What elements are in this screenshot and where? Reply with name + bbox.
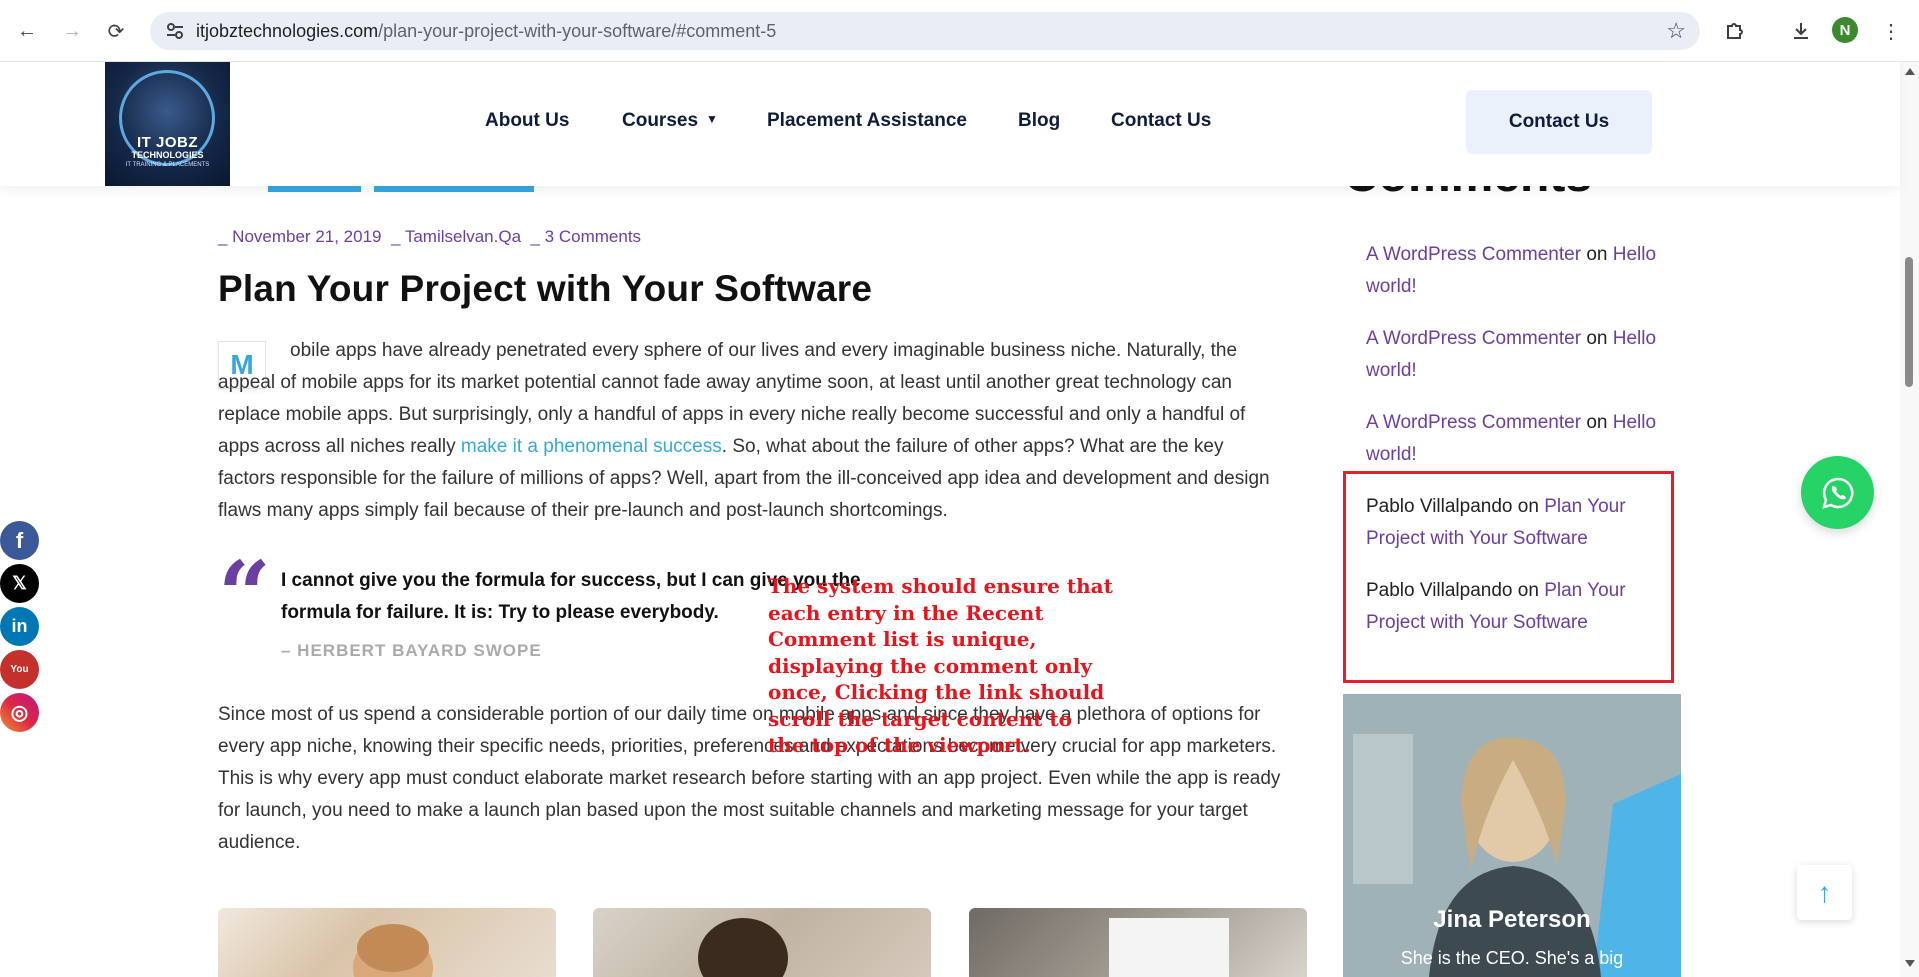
logo-text: IT JOBZ [136, 134, 198, 151]
address-bar[interactable]: itjobztechnologies.com/plan-your-project… [150, 12, 1700, 50]
phenomenal-success-link[interactable]: make it a phenomenal success [461, 436, 722, 457]
youtube-icon[interactable]: You [0, 650, 39, 689]
contact-us-button[interactable]: Contact Us [1466, 90, 1652, 154]
recent-comment-item: A WordPress Commenter on Hello world! [1366, 407, 1676, 471]
url-text: itjobztechnologies.com/plan-your-project… [196, 21, 777, 41]
quote-icon: “ [218, 541, 271, 649]
post-paragraph: Since most of us spend a considerable po… [218, 704, 1281, 853]
profile-avatar[interactable]: N [1832, 17, 1858, 43]
recent-comment-item: A WordPress Commenter on Hello world! [1366, 323, 1676, 387]
nav-blog[interactable]: Blog [1018, 110, 1060, 132]
comment-author-link[interactable]: A WordPress Commenter [1366, 412, 1581, 433]
post-date[interactable]: _ November 21, 2019 [218, 227, 382, 246]
laptop-illustration [1109, 918, 1229, 977]
back-to-top-button[interactable]: ↑ [1797, 865, 1852, 920]
scroll-up-arrow-icon[interactable] [1905, 68, 1915, 75]
nav-about-us[interactable]: About Us [485, 110, 569, 132]
team-member-bio: She is the CEO. She's a big [1400, 948, 1624, 968]
nav-placement-assistance[interactable]: Placement Assistance [767, 110, 967, 132]
nav-courses-label: Courses [622, 110, 699, 131]
facebook-icon[interactable]: f [0, 521, 39, 560]
person-photo [1343, 694, 1681, 977]
bookmark-star-icon[interactable]: ☆ [1666, 18, 1686, 44]
site-info-icon[interactable] [164, 20, 186, 42]
person-illustration [353, 924, 433, 977]
back-button[interactable]: ← [10, 14, 44, 48]
comment-author-link[interactable]: A WordPress Commenter [1366, 328, 1581, 349]
site-logo[interactable]: IT JOBZ TECHNOLOGIES IT TRAINING & PLACE… [105, 62, 230, 186]
post-paragraph: obile apps have already penetrated every… [218, 335, 1280, 527]
arrow-up-icon: ↑ [1817, 876, 1832, 908]
annotation-highlight-box [1343, 471, 1674, 683]
scroll-down-arrow-icon[interactable] [1905, 960, 1915, 967]
browser-toolbar: ← → ⟳ itjobztechnologies.com/plan-your-p… [0, 0, 1919, 62]
browser-menu-icon[interactable]: ⋮ [1874, 14, 1908, 48]
linkedin-icon[interactable]: in [0, 607, 39, 646]
forward-button[interactable]: → [55, 14, 89, 48]
post-image[interactable] [218, 908, 556, 977]
post-meta: _ November 21, 2019 _ Tamilselvan.Qa _ 3… [218, 227, 641, 247]
comment-author-link[interactable]: A WordPress Commenter [1366, 244, 1581, 265]
post-comments-count[interactable]: _ 3 Comments [531, 227, 642, 246]
nav-courses[interactable]: Courses ▼ [622, 110, 718, 132]
post-image[interactable] [969, 908, 1307, 977]
scroll-thumb[interactable] [1905, 257, 1913, 387]
team-member-name: Jina Peterson [1433, 906, 1591, 933]
site-header: IT JOBZ TECHNOLOGIES IT TRAINING & PLACE… [0, 62, 1900, 186]
post-image[interactable] [593, 908, 931, 977]
on-text: on [1586, 412, 1608, 433]
team-member-card[interactable]: Jina Peterson She is the CEO. She's a bi… [1343, 694, 1681, 977]
blockquote-author: – HERBERT BAYARD SWOPE [281, 641, 542, 660]
person-illustration [698, 918, 788, 977]
page-scrollbar[interactable] [1900, 62, 1919, 977]
post-author[interactable]: _ Tamilselvan.Qa [391, 227, 521, 246]
annotation-note: The system should ensure that each entry… [768, 574, 1113, 757]
nav-contact-us[interactable]: Contact Us [1111, 110, 1211, 132]
whatsapp-button[interactable] [1801, 456, 1874, 529]
reload-button[interactable]: ⟳ [99, 14, 133, 48]
x-icon[interactable]: 𝕏 [0, 564, 39, 603]
logo-subtext: TECHNOLOGIES [131, 150, 204, 160]
download-icon[interactable] [1784, 14, 1818, 48]
instagram-icon[interactable]: ◎ [0, 693, 39, 732]
caret-down-icon: ▼ [706, 112, 718, 126]
whatsapp-icon [1821, 477, 1853, 509]
on-text: on [1586, 244, 1608, 265]
extensions-icon[interactable] [1718, 14, 1752, 48]
logo-tagline: IT TRAINING & PLACEMENTS [125, 162, 210, 168]
on-text: on [1586, 328, 1608, 349]
post-title: Plan Your Project with Your Software [218, 268, 873, 309]
recent-comment-item: A WordPress Commenter on Hello world! [1366, 239, 1676, 303]
